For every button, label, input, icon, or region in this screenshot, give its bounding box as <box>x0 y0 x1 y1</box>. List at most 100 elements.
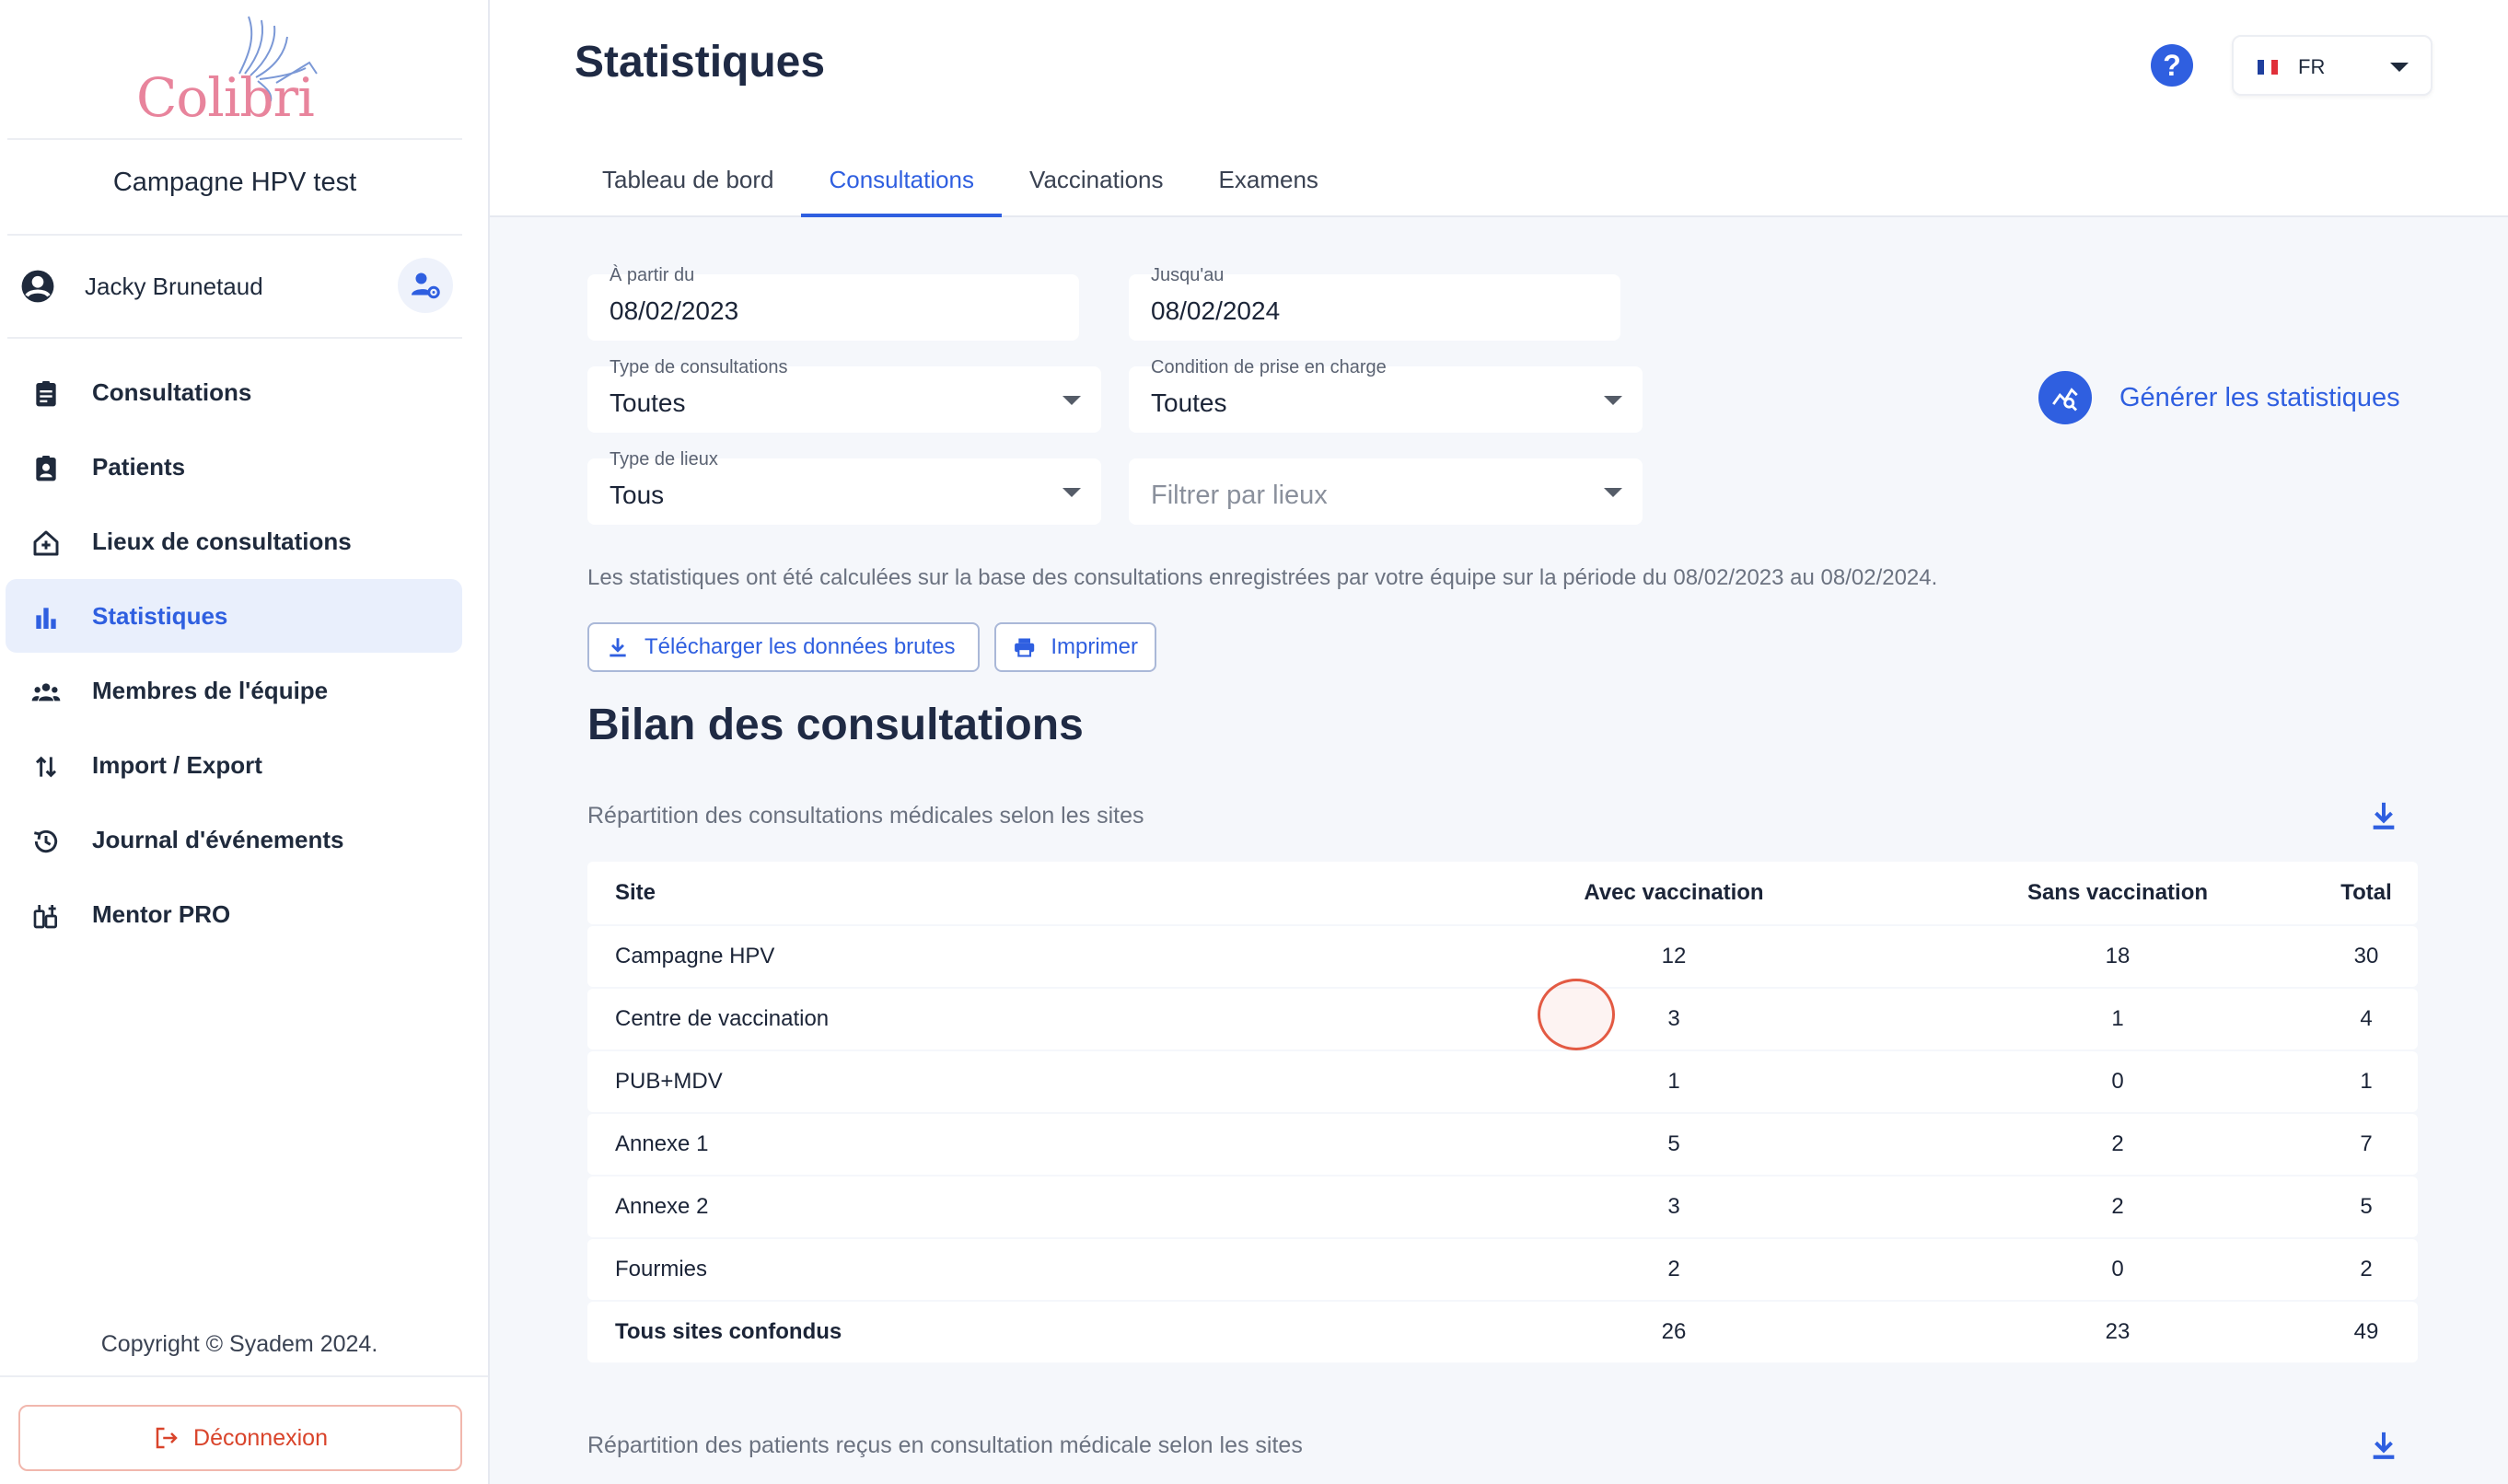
table-row: Campagne HPV 12 18 30 <box>587 926 2418 987</box>
sidebar-item-label: Membres de l'équipe <box>92 677 329 704</box>
clipboard-icon <box>36 381 56 407</box>
date-to-field[interactable]: Jusqu'au 08/02/2024 <box>1129 265 1620 341</box>
table-cell: 23 <box>2105 1319 2131 1344</box>
table-cell: 18 <box>2105 944 2131 968</box>
sidebar-item-consultations[interactable]: Consultations <box>6 355 462 429</box>
sidebar-item-label: Import / Export <box>92 751 262 779</box>
user-gear-icon <box>412 272 440 299</box>
field-value: 08/02/2023 <box>610 296 739 325</box>
language-select[interactable]: FR <box>2232 35 2433 96</box>
highlight-circle <box>1538 979 1615 1050</box>
sidebar-item-label: Mentor PRO <box>92 900 231 928</box>
download-icon <box>610 638 626 657</box>
french-flag-icon <box>2258 60 2278 75</box>
tab-tableau-de-bord[interactable]: Tableau de bord <box>575 155 801 217</box>
user-row: Jacky Brunetaud <box>20 258 453 313</box>
query-stats-icon <box>2038 371 2092 424</box>
table-cell: 4 <box>2360 1006 2373 1031</box>
sidebar-item-journal[interactable]: Journal d'événements <box>6 803 462 876</box>
sidebar-item-lieux[interactable]: Lieux de consultations <box>6 504 462 578</box>
field-label: Type de consultations <box>610 357 788 377</box>
info-text: Les statistiques ont été calculées sur l… <box>587 565 1938 590</box>
consultations-by-site-table: Site Avec vaccination Sans vaccination T… <box>587 862 2418 1364</box>
table-cell: Annexe 2 <box>615 1194 709 1219</box>
table-cell: 3 <box>1667 1194 1680 1219</box>
chevron-down-icon <box>1062 396 1081 405</box>
field-label: Jusqu'au <box>1151 265 1225 285</box>
group-icon <box>31 683 61 701</box>
consultation-type-select[interactable]: Type de consultations Toutes <box>587 357 1101 433</box>
page-title: Statistiques <box>575 38 826 87</box>
tab-vaccinations[interactable]: Vaccinations <box>1002 155 1191 217</box>
divider <box>7 138 462 140</box>
section-title: Bilan des consultations <box>587 701 1084 749</box>
table-cell: 1 <box>1667 1069 1680 1094</box>
table-cell: 5 <box>1667 1131 1680 1156</box>
chevron-down-icon <box>1604 396 1622 405</box>
table-row: Annexe 2 3 2 5 <box>587 1177 2418 1237</box>
bar-chart-icon <box>36 608 56 629</box>
chevron-down-icon <box>1604 488 1622 497</box>
sidebar-item-membres[interactable]: Membres de l'équipe <box>6 654 462 727</box>
field-value: 08/02/2024 <box>1151 296 1281 325</box>
print-button[interactable]: Imprimer <box>994 622 1156 672</box>
download-raw-data-button[interactable]: Télécharger les données brutes <box>587 622 980 672</box>
logo-text: Colibri <box>136 66 315 129</box>
user-settings-button[interactable] <box>398 258 453 313</box>
language-code: FR <box>2298 55 2326 78</box>
patient-card-icon <box>36 456 56 481</box>
table-cell: Fourmies <box>615 1257 708 1281</box>
column-header: Avec vaccination <box>1584 880 1764 905</box>
care-condition-select[interactable]: Condition de prise en charge Toutes <box>1129 357 1643 433</box>
table-cell: 7 <box>2360 1131 2373 1156</box>
colibri-logo[interactable]: Colibri <box>129 9 331 129</box>
user-name: Jacky Brunetaud <box>85 272 263 300</box>
import-export-icon <box>35 756 57 778</box>
download-icon[interactable] <box>2368 799 2399 832</box>
table-total-row: Tous sites confondus 26 23 49 <box>587 1302 2418 1362</box>
sidebar-item-patients[interactable]: Patients <box>6 430 462 504</box>
sidebar-item-label: Statistiques <box>92 602 228 630</box>
table-row: Fourmies 2 0 2 <box>587 1239 2418 1300</box>
table-cell: 0 <box>2111 1257 2124 1281</box>
house-plus-icon <box>33 530 59 556</box>
field-value: Toutes <box>1151 388 1227 417</box>
table-cell: 1 <box>2360 1069 2373 1094</box>
copyright: Copyright © Syadem 2024. <box>100 1331 378 1357</box>
field-placeholder: Filtrer par lieux <box>1151 481 1328 510</box>
tab-consultations[interactable]: Consultations <box>801 155 1002 217</box>
location-filter-select[interactable]: Filtrer par lieux <box>1129 458 1643 525</box>
table-cell: 26 <box>1661 1319 1687 1344</box>
table-header-row: Site Avec vaccination Sans vaccination T… <box>587 862 2418 924</box>
printer-icon <box>1015 638 1035 657</box>
table-cell: Tous sites confondus <box>615 1319 842 1344</box>
date-from-field[interactable]: À partir du 08/02/2023 <box>587 265 1079 341</box>
button-label: Télécharger les données brutes <box>644 634 956 659</box>
chevron-down-icon <box>1062 488 1081 497</box>
generate-stats-button[interactable]: Générer les statistiques <box>2038 370 2400 425</box>
sidebar-item-statistiques[interactable]: Statistiques <box>6 579 462 653</box>
field-value: Tous <box>610 481 665 509</box>
campaign-name: Campagne HPV test <box>112 168 357 197</box>
page-header: Statistiques ? FR Tableau de bord Consul… <box>490 0 2508 217</box>
chevron-down-icon <box>2390 63 2409 72</box>
download-icon[interactable] <box>2368 1429 2399 1462</box>
table-cell: 2 <box>2360 1257 2373 1281</box>
column-header: Sans vaccination <box>2026 880 2209 905</box>
sidebar-item-label: Journal d'événements <box>92 826 344 853</box>
help-icon[interactable]: ? <box>2151 44 2193 87</box>
history-icon <box>34 829 58 853</box>
sidebar-item-mentor[interactable]: Mentor PRO <box>6 877 462 951</box>
sidebar-nav: Consultations Patients Lieux de consulta… <box>6 355 462 952</box>
account-circle-icon <box>21 270 54 303</box>
tab-examens[interactable]: Examens <box>1191 155 1346 217</box>
table-cell: Campagne HPV <box>615 944 775 968</box>
table-cell: 2 <box>1667 1257 1680 1281</box>
logout-button[interactable]: Déconnexion <box>18 1405 462 1471</box>
table-cell: 2 <box>2111 1194 2124 1219</box>
location-type-select[interactable]: Type de lieux Tous <box>587 449 1101 525</box>
sidebar-item-label: Consultations <box>92 378 252 406</box>
divider <box>7 337 462 339</box>
table-subtitle: Répartition des consultations médicales … <box>587 803 1144 829</box>
sidebar-item-import-export[interactable]: Import / Export <box>6 728 462 802</box>
